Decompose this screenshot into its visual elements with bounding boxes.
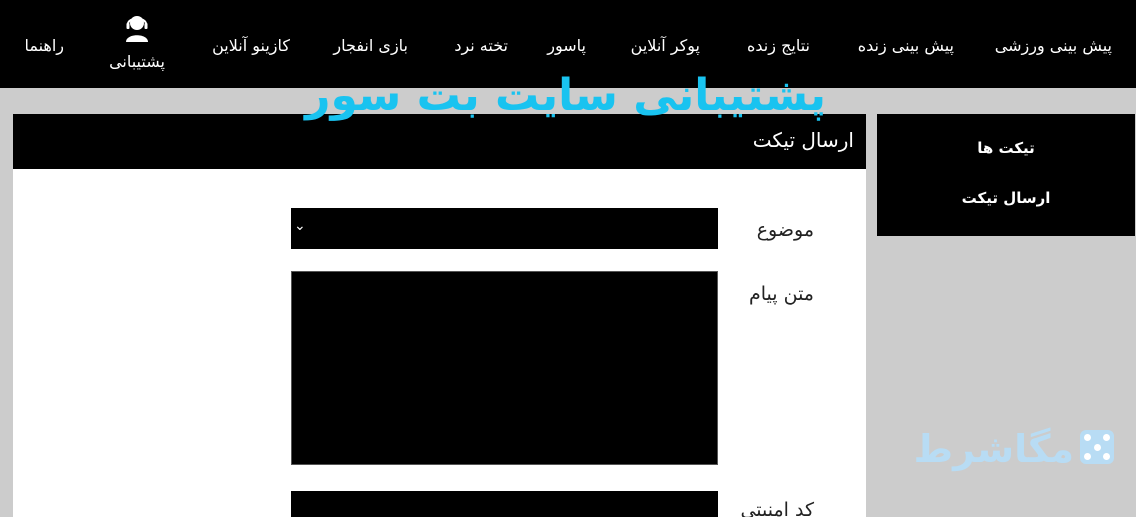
chevron-down-icon: ⌄ xyxy=(294,218,306,234)
nav-live-betting[interactable]: پیش بینی زنده xyxy=(858,36,954,55)
captcha-input[interactable] xyxy=(291,491,718,517)
sidebar-item-tickets[interactable]: تیکت ها xyxy=(877,139,1135,157)
brand-logo-text: مگاشرط xyxy=(913,427,1074,471)
brand-watermark: مگاشرط xyxy=(904,426,1116,478)
nav-support[interactable]: پشتیبانی xyxy=(104,14,170,71)
dice-logo-icon xyxy=(1080,430,1114,464)
nav-sports-betting[interactable]: پیش بینی ورزشی xyxy=(995,36,1112,55)
nav-support-label: پشتیبانی xyxy=(109,52,165,71)
ticket-sidebar: تیکت ها ارسال تیکت xyxy=(877,114,1135,236)
message-label: متن پیام xyxy=(749,283,814,305)
nav-pasur[interactable]: پاسور xyxy=(547,36,586,55)
ticket-form: موضوع ⌄ متن پیام کد امنیتی xyxy=(13,169,866,517)
nav-online-casino[interactable]: کازینو آنلاین xyxy=(212,36,290,55)
nav-backgammon[interactable]: تخته نرد xyxy=(454,36,508,55)
nav-live-results[interactable]: نتایج زنده xyxy=(747,36,810,55)
support-page-heading: پشتیبانی سایت بت سور xyxy=(305,70,826,121)
subject-label: موضوع xyxy=(756,219,814,241)
subject-select[interactable]: ⌄ xyxy=(291,208,718,249)
nav-online-poker[interactable]: پوکر آنلاین xyxy=(631,36,700,55)
panel-title: ارسال تیکت xyxy=(752,128,854,152)
nav-crash-game[interactable]: بازی انفجار xyxy=(333,36,408,55)
captcha-label: کد امنیتی xyxy=(740,499,814,517)
user-support-icon xyxy=(126,16,148,42)
page: پیش بینی ورزشی پیش بینی زنده نتایج زنده … xyxy=(0,0,1136,517)
nav-guide[interactable]: راهنما xyxy=(24,36,64,55)
sidebar-item-send-ticket[interactable]: ارسال تیکت xyxy=(877,189,1135,207)
message-textarea[interactable] xyxy=(291,271,718,465)
